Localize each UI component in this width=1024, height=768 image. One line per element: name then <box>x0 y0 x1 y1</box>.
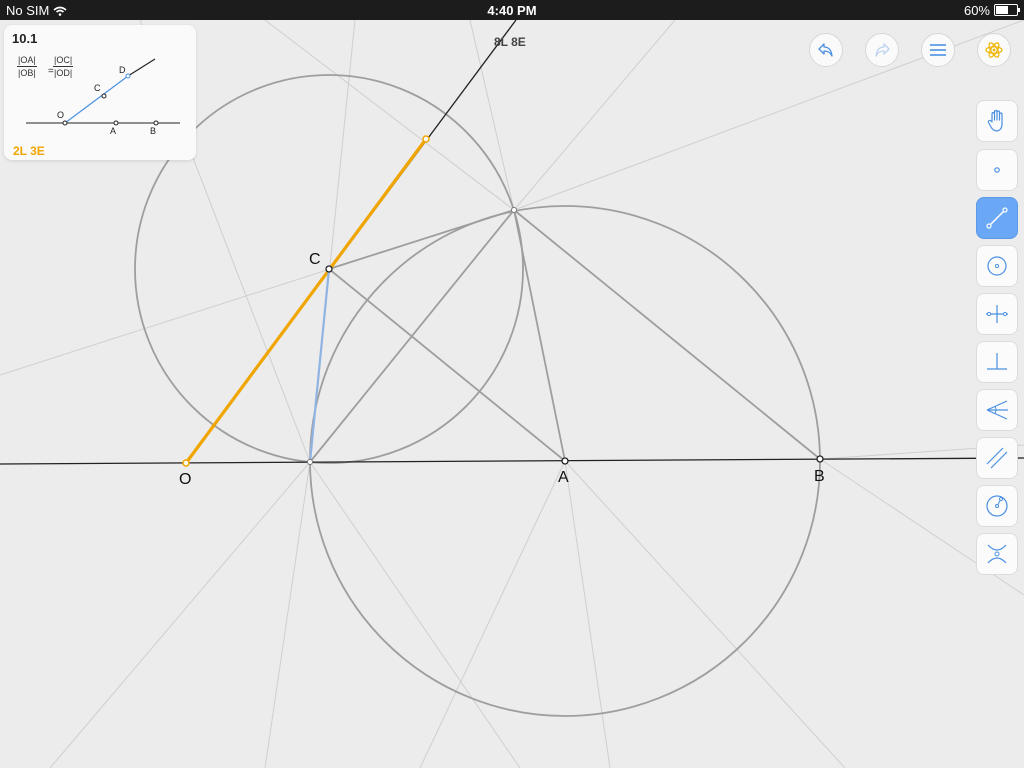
parallel-icon <box>986 447 1008 469</box>
label-o: O <box>179 471 192 488</box>
hint-icon <box>985 42 1003 58</box>
base-line[interactable] <box>0 457 1024 465</box>
point-icon <box>994 167 1000 173</box>
circle-tool[interactable] <box>976 245 1018 287</box>
hand-tool[interactable] <box>976 100 1018 142</box>
undo-button[interactable] <box>809 33 843 67</box>
goal-point-c <box>101 93 107 99</box>
perpendicular-icon <box>987 353 1007 370</box>
menu-icon <box>930 44 946 56</box>
point-intersection[interactable] <box>511 207 517 213</box>
goal-label-a: A <box>110 126 117 136</box>
menu-button[interactable] <box>921 33 955 67</box>
line-icon <box>986 207 1008 229</box>
label-a: A <box>558 469 569 486</box>
guide-line <box>49 461 311 768</box>
guide-line <box>513 20 676 211</box>
angle-bisector-tool[interactable] <box>976 389 1018 431</box>
clock: 4:40 PM <box>487 3 537 18</box>
point-d[interactable] <box>422 135 430 143</box>
line-segment[interactable] <box>328 209 515 270</box>
line-segment[interactable] <box>513 209 566 462</box>
point-o[interactable] <box>182 459 190 467</box>
goal-label-b: B <box>150 126 157 136</box>
battery-icon <box>994 4 1020 16</box>
point-tool[interactable] <box>976 149 1018 191</box>
goal-card[interactable]: 10.1 |OA| |OB| = |OC| |OD| O A B C D 2L … <box>4 25 196 160</box>
redo-button[interactable] <box>865 33 899 67</box>
point-intersection[interactable] <box>307 459 313 465</box>
goal-point-d <box>125 73 131 79</box>
point-c[interactable] <box>325 265 333 273</box>
compass-tool[interactable] <box>976 485 1018 527</box>
hint-button[interactable] <box>977 33 1011 67</box>
goal-ray-end <box>127 58 156 77</box>
label-b: B <box>814 468 825 485</box>
construction-lines <box>309 209 821 463</box>
goal-label-d: D <box>119 65 126 75</box>
battery-indicator: 60% <box>964 3 1020 18</box>
parallel-tool[interactable] <box>976 437 1018 479</box>
line-tool[interactable] <box>976 197 1018 239</box>
redo-icon <box>875 43 890 57</box>
goal-point-b <box>153 120 159 126</box>
perpendicular-bisector-icon <box>986 305 1008 323</box>
hand-icon <box>987 109 1003 132</box>
guide-line <box>264 461 311 768</box>
goal-score: 2L 3E <box>13 144 45 158</box>
point-b[interactable] <box>816 455 824 463</box>
intersect-tool[interactable] <box>976 533 1018 575</box>
guide-line <box>564 460 846 768</box>
highlight-segment-od[interactable] <box>184 138 428 464</box>
line-segment[interactable] <box>328 268 566 462</box>
guide-line <box>309 461 521 768</box>
point-a[interactable] <box>561 457 569 465</box>
status-bar: No SIM 4:40 PM 60% <box>0 0 1024 20</box>
undo-icon <box>818 43 833 57</box>
goal-label-c: C <box>94 83 101 93</box>
line-segment[interactable] <box>513 209 821 460</box>
compass-icon <box>986 495 1008 517</box>
label-c: C <box>309 251 321 268</box>
move-score: 8L 8E <box>494 35 526 49</box>
circle-icon <box>987 256 1007 276</box>
blue-segment[interactable] <box>308 268 331 463</box>
intersect-icon <box>987 544 1007 564</box>
perpendicular-bisector-tool[interactable] <box>976 293 1018 335</box>
perpendicular-tool[interactable] <box>976 341 1018 383</box>
goal-label-o: O <box>57 110 65 120</box>
guide-line <box>419 460 566 768</box>
guide-line <box>564 460 611 768</box>
angle-bisector-icon <box>986 400 1008 420</box>
goal-point-a <box>113 120 119 126</box>
goal-point-o <box>62 120 68 126</box>
